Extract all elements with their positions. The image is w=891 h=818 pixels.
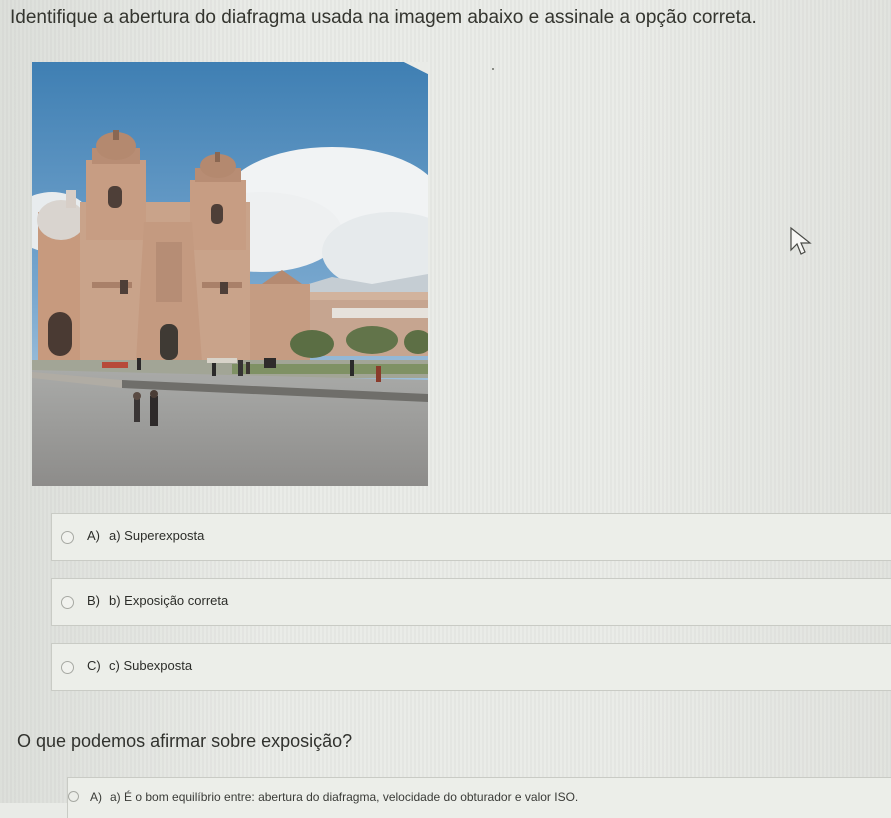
option-label: a) É o bom equilíbrio entre: abertura do… [110, 790, 579, 804]
option-letter: A) [90, 790, 102, 804]
arrow-pointer-icon [789, 226, 815, 261]
option-a[interactable]: A) a) Superexposta [51, 513, 891, 561]
question-image [32, 62, 428, 486]
radio-button[interactable] [68, 791, 79, 802]
radio-button[interactable] [61, 531, 74, 544]
option-label: b) Exposição correta [109, 593, 229, 608]
screen-speck [492, 68, 494, 70]
question-title: Identifique a abertura do diafragma usad… [10, 7, 757, 28]
option-label: a) Superexposta [109, 528, 205, 543]
option-label: c) Subexposta [109, 658, 193, 673]
option-letter: A) [87, 528, 100, 543]
question-2-title: O que podemos afirmar sobre exposição? [17, 731, 353, 751]
option-letter: C) [87, 658, 101, 673]
option-a[interactable]: A) a) É o bom equilíbrio entre: abertura… [67, 777, 891, 818]
radio-button[interactable] [61, 661, 74, 674]
option-b[interactable]: B) b) Exposição correta [51, 578, 891, 626]
radio-button[interactable] [61, 596, 74, 609]
option-c[interactable]: C) c) Subexposta [51, 643, 891, 691]
option-letter: B) [87, 593, 100, 608]
